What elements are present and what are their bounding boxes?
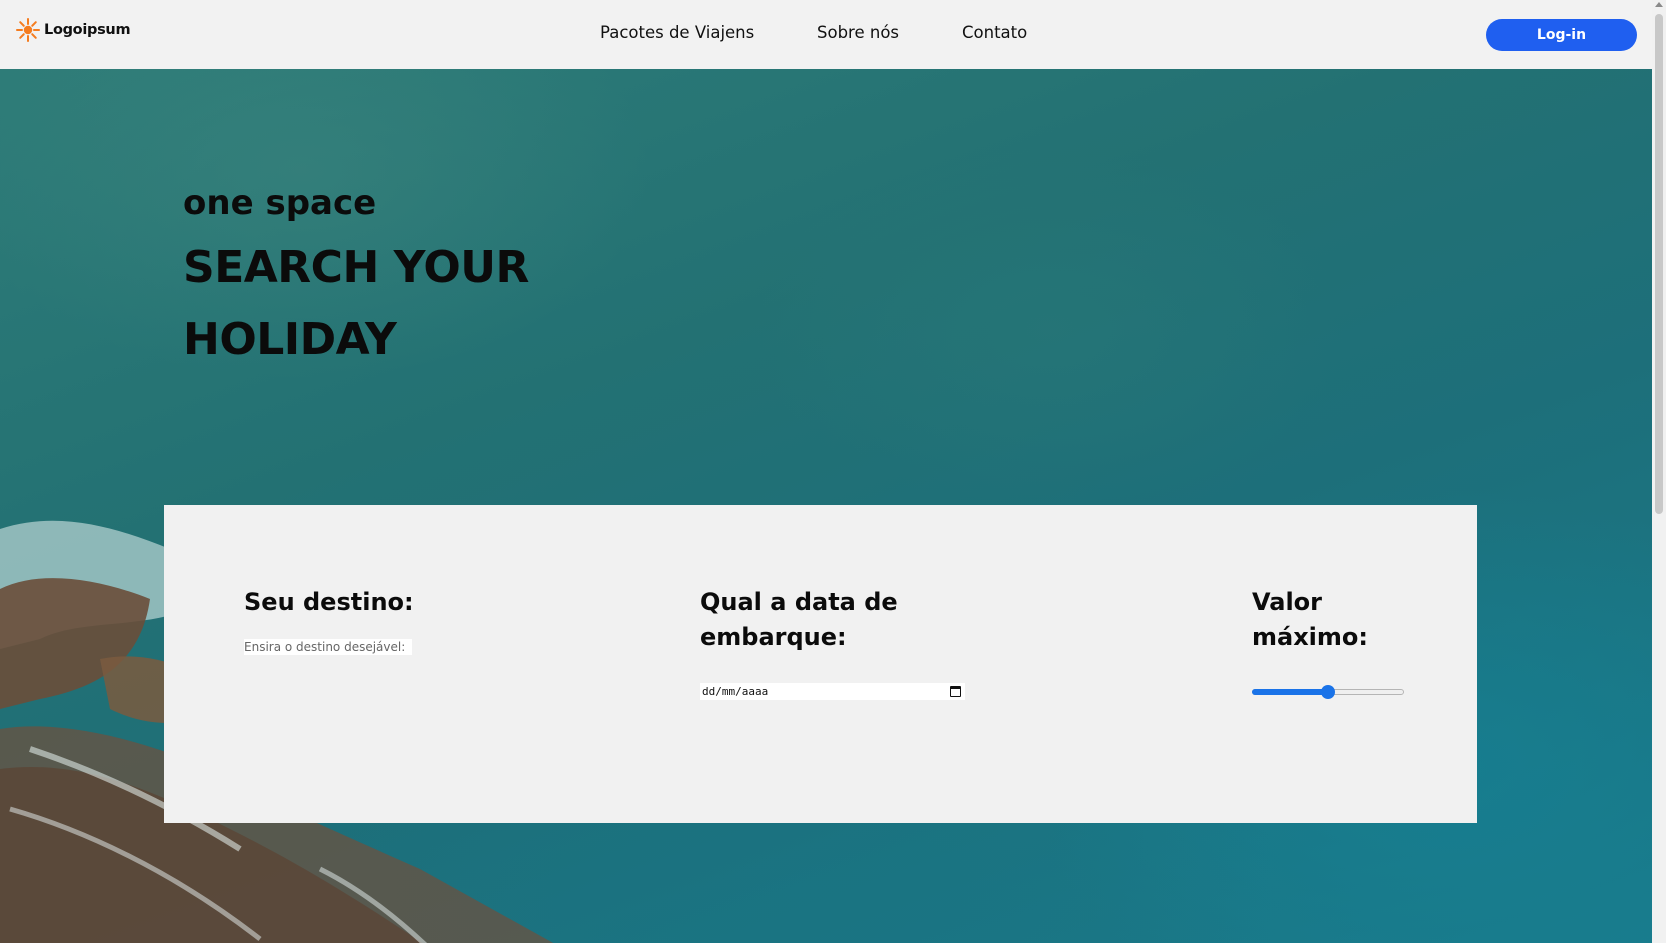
date-label: Qual a data de embarque: [700, 588, 898, 651]
page-scrollbar[interactable] [1652, 0, 1666, 943]
top-navbar: Logoipsum Pacotes de Viajens Sobre nós C… [0, 0, 1652, 69]
slider-thumb[interactable] [1321, 685, 1335, 699]
date-input[interactable]: dd/mm/aaaa [700, 683, 965, 700]
hero-title: SEARCH YOUR HOLIDAY [183, 242, 529, 365]
calendar-icon[interactable] [950, 686, 961, 697]
destination-label: Seu destino: [244, 588, 414, 616]
nav-link-contato[interactable]: Contato [962, 23, 1027, 42]
max-value-slider[interactable] [1252, 684, 1404, 700]
login-button[interactable]: Log-in [1486, 19, 1637, 51]
nav-links: Pacotes de Viajens Sobre nós Contato [0, 23, 1652, 47]
hero-subtitle: one space [183, 183, 377, 223]
slider-fill [1252, 689, 1328, 695]
destination-input[interactable] [244, 639, 412, 655]
date-placeholder: dd/mm/aaaa [702, 685, 769, 698]
nav-link-pacotes[interactable]: Pacotes de Viajens [600, 23, 754, 42]
max-value-label: Valor máximo: [1252, 588, 1369, 651]
scroll-up-arrow-icon[interactable] [1655, 2, 1663, 7]
page: Logoipsum Pacotes de Viajens Sobre nós C… [0, 0, 1666, 943]
hero-heading: one space SEARCH YOUR HOLIDAY [183, 186, 563, 376]
nav-link-sobre[interactable]: Sobre nós [817, 23, 899, 42]
search-panel: Seu destino: Qual a data de embarque: dd… [164, 505, 1477, 823]
scroll-thumb[interactable] [1655, 14, 1663, 514]
